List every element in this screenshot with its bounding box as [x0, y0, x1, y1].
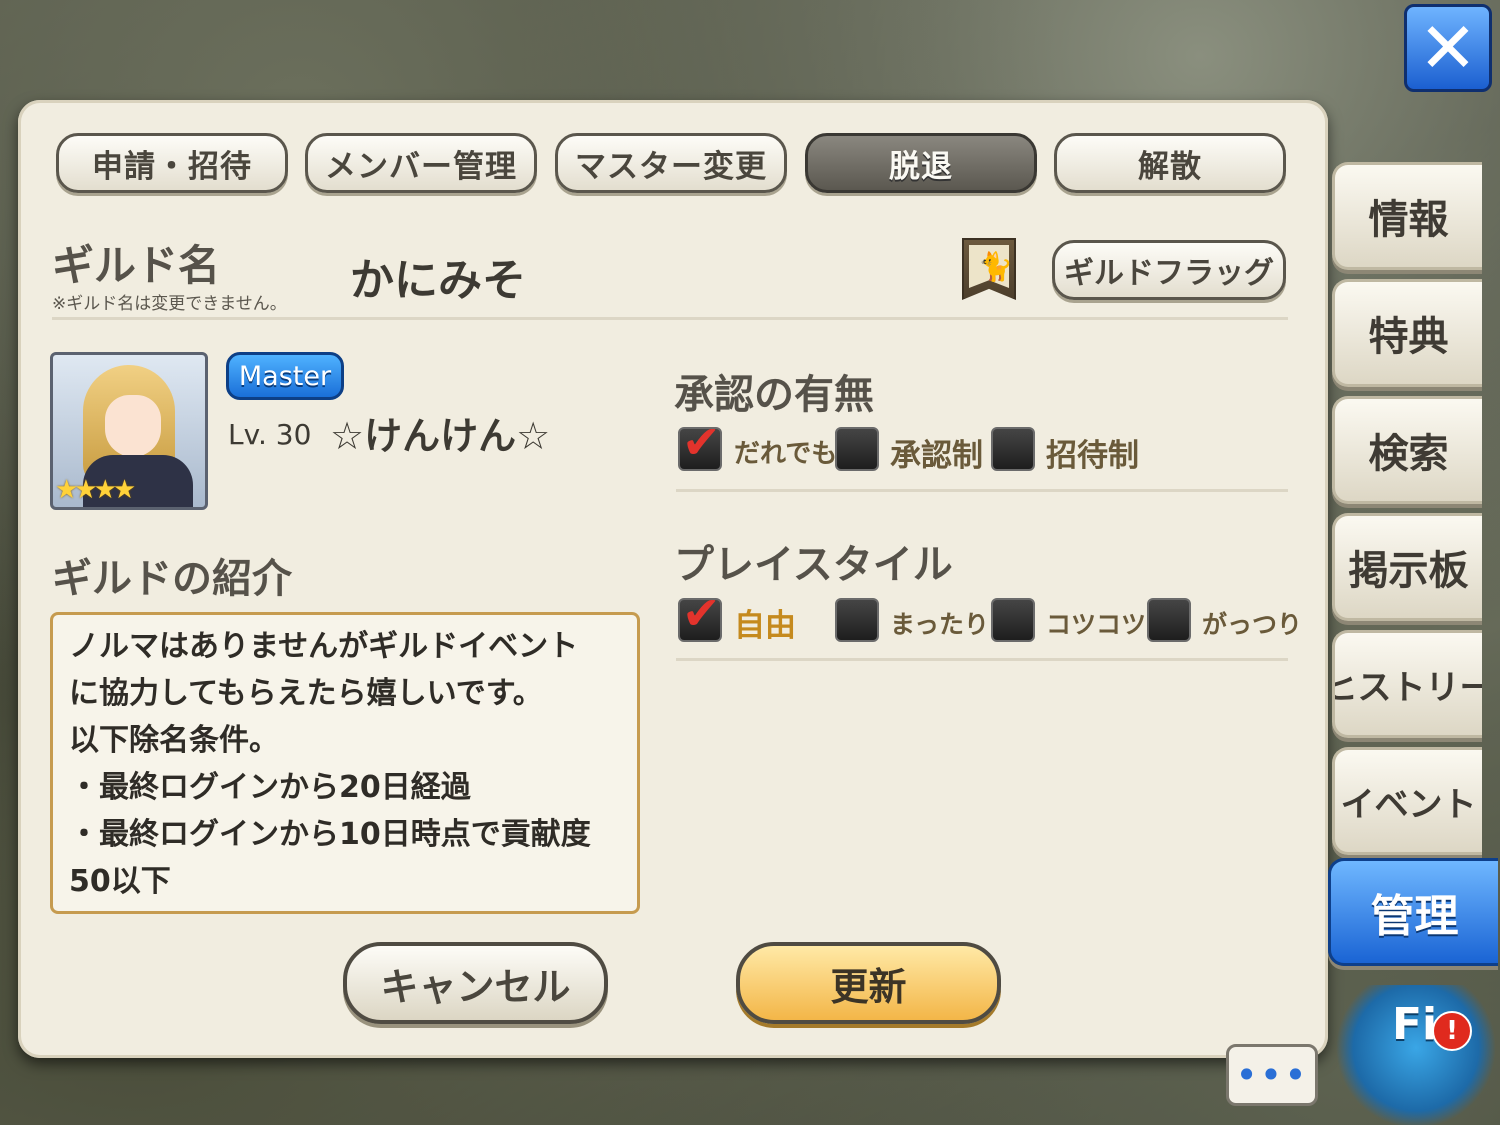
approval-label-approval: 承認制	[890, 438, 983, 474]
playstyle-checkbox-free[interactable]: ✔	[678, 586, 722, 642]
field-label: Fi	[1392, 999, 1438, 1050]
playstyle-label-hardcore: がっつり	[1202, 610, 1303, 639]
close-button[interactable]: ✕	[1404, 4, 1492, 92]
update-button[interactable]: 更新	[736, 942, 1001, 1024]
guild-name-label: ギルド名	[52, 241, 221, 290]
approval-label-invite: 招待制	[1046, 438, 1139, 474]
playstyle-checkbox-hardcore[interactable]	[1147, 598, 1191, 642]
divider	[676, 489, 1288, 492]
playstyle-label-relaxed: まったり	[890, 610, 990, 639]
side-tab-event[interactable]: イベント	[1332, 747, 1482, 855]
avatar[interactable]: ★★★★	[50, 352, 208, 510]
approval-title: 承認の有無	[674, 372, 874, 418]
intro-line: ・最終ログインから10日時点で貢献度	[69, 817, 591, 852]
tab-master-change[interactable]: マスター変更	[555, 133, 787, 193]
intro-line: ノルマはありませんがギルドイベント	[69, 629, 579, 664]
checkmark-icon: ✔	[682, 415, 721, 469]
guild-name-value: かにみそ	[350, 255, 526, 306]
cancel-button[interactable]: キャンセル	[343, 942, 608, 1024]
chat-button[interactable]: •••	[1226, 1044, 1318, 1106]
alert-icon: !	[1432, 1011, 1472, 1051]
rarity-stars: ★★★★	[55, 475, 136, 505]
master-badge: Master	[226, 352, 344, 400]
intro-line: に協力してもらえたら嬉しいです。	[69, 676, 543, 711]
side-tab-rewards[interactable]: 特典	[1332, 279, 1482, 387]
intro-line: 以下除名条件。	[69, 723, 279, 758]
side-tab-manage[interactable]: 管理	[1328, 858, 1498, 966]
side-tab-info[interactable]: 情報	[1332, 162, 1482, 270]
intro-line: 50以下	[69, 864, 171, 899]
tab-member-management[interactable]: メンバー管理	[305, 133, 537, 193]
intro-textarea[interactable]: ノルマはありませんがギルドイベント に協力してもらえたら嬉しいです。 以下除名条…	[50, 612, 640, 914]
divider	[676, 658, 1288, 661]
member-level: Lv. 30	[228, 418, 312, 451]
close-icon: ✕	[1418, 7, 1478, 89]
playstyle-checkbox-steady[interactable]	[991, 598, 1035, 642]
side-tab-search[interactable]: 検索	[1332, 396, 1482, 504]
approval-checkbox-approval[interactable]	[835, 427, 879, 471]
divider	[52, 317, 1288, 320]
tab-disband[interactable]: 解散	[1054, 133, 1286, 193]
playstyle-label-free: 自由	[734, 608, 796, 644]
side-tab-board[interactable]: 掲示板	[1332, 513, 1482, 621]
member-name: ☆けんけん☆	[330, 414, 551, 458]
playstyle-label-steady: コツコツ	[1046, 610, 1147, 639]
more-icon: •••	[1235, 1053, 1309, 1097]
approval-label-anyone: だれでも	[734, 439, 838, 469]
guild-flag-button[interactable]: ギルドフラッグ	[1052, 240, 1286, 300]
intro-line: ・最終ログインから20日経過	[69, 770, 471, 805]
tab-apply-invite[interactable]: 申請・招待	[56, 133, 288, 193]
side-tab-history[interactable]: ヒストリー	[1332, 630, 1482, 738]
approval-checkbox-anyone[interactable]: ✔	[678, 415, 722, 471]
playstyle-title: プレイスタイル	[674, 542, 953, 588]
tab-withdraw[interactable]: 脱退	[805, 133, 1037, 193]
playstyle-checkbox-relaxed[interactable]	[835, 598, 879, 642]
guild-name-note: ※ギルド名は変更できません。	[52, 294, 287, 314]
approval-checkbox-invite[interactable]	[991, 427, 1035, 471]
checkmark-icon: ✔	[682, 586, 721, 640]
intro-title: ギルドの紹介	[52, 556, 292, 602]
field-button[interactable]: Fi !	[1332, 985, 1500, 1125]
